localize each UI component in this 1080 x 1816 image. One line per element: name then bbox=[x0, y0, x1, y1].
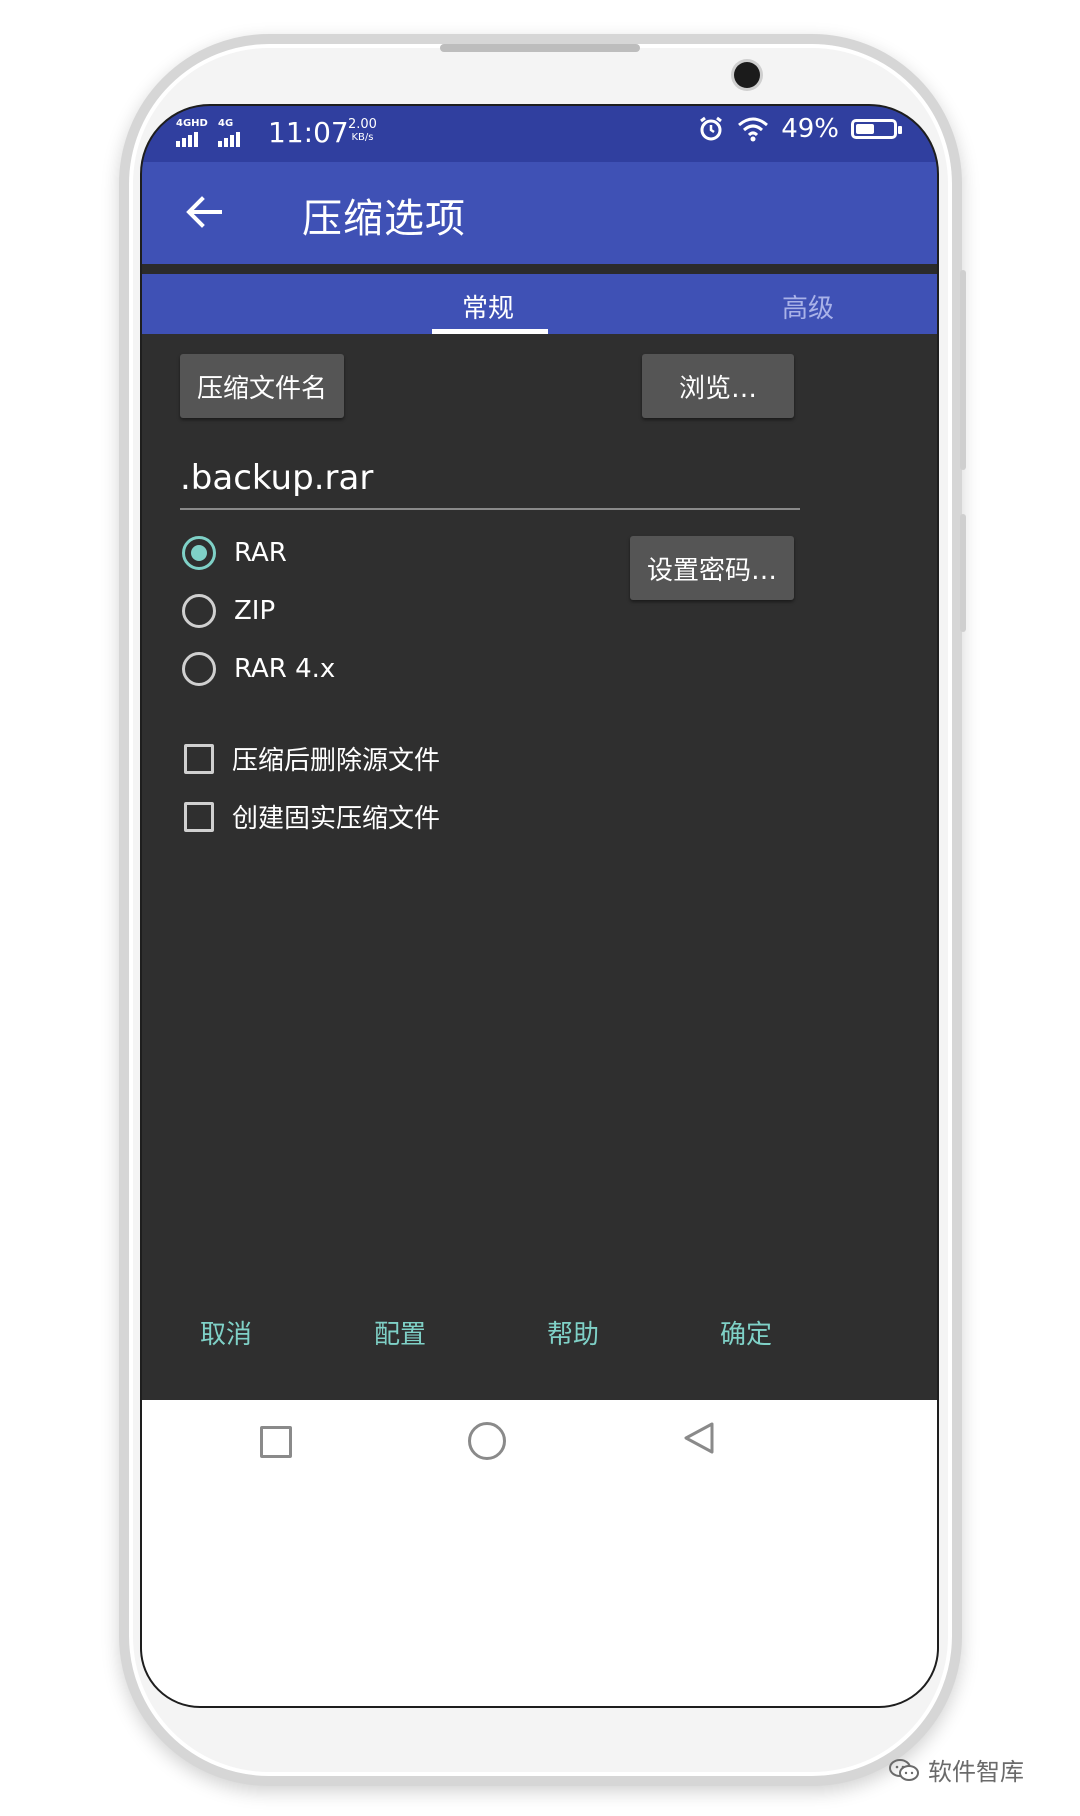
signal-bars-icon bbox=[176, 132, 208, 147]
side-button bbox=[960, 270, 966, 470]
side-button bbox=[960, 514, 966, 632]
radio-unchecked-icon[interactable] bbox=[182, 594, 216, 628]
watermark: 软件智库 bbox=[888, 1752, 1024, 1787]
signal-bars-icon bbox=[218, 132, 240, 147]
wifi-icon bbox=[738, 117, 769, 142]
speaker-grille bbox=[440, 44, 640, 52]
arrow-left-icon[interactable] bbox=[180, 188, 228, 236]
back-triangle-icon[interactable] bbox=[680, 1420, 716, 1456]
battery-percent: 49% bbox=[781, 114, 839, 144]
profiles-button[interactable]: 配置 bbox=[374, 1314, 426, 1351]
delete-after-archiving-option[interactable]: 压缩后删除源文件 bbox=[182, 740, 440, 777]
help-button[interactable]: 帮助 bbox=[547, 1314, 599, 1351]
dialog-actions: 取消 配置 帮助 确定 bbox=[142, 1266, 937, 1406]
radio-unchecked-icon[interactable] bbox=[182, 652, 216, 686]
app-bar: 压缩选项 bbox=[142, 162, 937, 264]
solid-archive-option[interactable]: 创建固实压缩文件 bbox=[182, 798, 440, 835]
signal-indicator-2: 4G bbox=[218, 118, 240, 147]
battery-icon bbox=[851, 119, 902, 139]
network-speed: 2.00 KB/s bbox=[348, 117, 377, 143]
tab-indicator bbox=[432, 329, 548, 334]
format-radio-rar4[interactable]: RAR 4.x bbox=[182, 652, 335, 686]
tab-advanced[interactable]: 高级 bbox=[782, 288, 834, 325]
alarm-icon bbox=[700, 116, 723, 141]
archive-name-button[interactable]: 压缩文件名 bbox=[180, 354, 344, 418]
archive-name-input[interactable]: .backup.rar bbox=[180, 458, 800, 510]
format-radio-zip[interactable]: ZIP bbox=[182, 594, 275, 628]
signal-indicator-1: 4GHD bbox=[176, 118, 208, 147]
screen: 4GHD 4G 11:07 2.00 KB/s 49% 压缩选项 常规 高级 压… bbox=[140, 104, 939, 1708]
wechat-icon bbox=[889, 1758, 919, 1781]
checkbox-icon[interactable] bbox=[184, 743, 214, 774]
tab-general[interactable]: 常规 bbox=[462, 288, 514, 325]
status-right: 49% bbox=[697, 114, 902, 144]
front-camera bbox=[734, 62, 760, 88]
checkbox-icon[interactable] bbox=[184, 801, 214, 832]
tab-bar: 常规 高级 bbox=[142, 274, 937, 334]
recents-icon[interactable] bbox=[260, 1426, 292, 1458]
page-title: 压缩选项 bbox=[302, 196, 466, 242]
browse-button[interactable]: 浏览… bbox=[642, 354, 794, 418]
ok-button[interactable]: 确定 bbox=[720, 1314, 772, 1351]
divider bbox=[142, 264, 937, 274]
system-nav-bar bbox=[142, 1400, 937, 1706]
format-radio-rar[interactable]: RAR bbox=[182, 536, 287, 570]
set-password-button[interactable]: 设置密码… bbox=[630, 536, 794, 600]
radio-checked-icon[interactable] bbox=[182, 536, 216, 570]
home-icon[interactable] bbox=[468, 1422, 506, 1460]
cancel-button[interactable]: 取消 bbox=[200, 1314, 252, 1351]
status-bar: 4GHD 4G 11:07 2.00 KB/s 49% bbox=[142, 106, 937, 162]
status-time: 11:07 bbox=[268, 116, 349, 149]
